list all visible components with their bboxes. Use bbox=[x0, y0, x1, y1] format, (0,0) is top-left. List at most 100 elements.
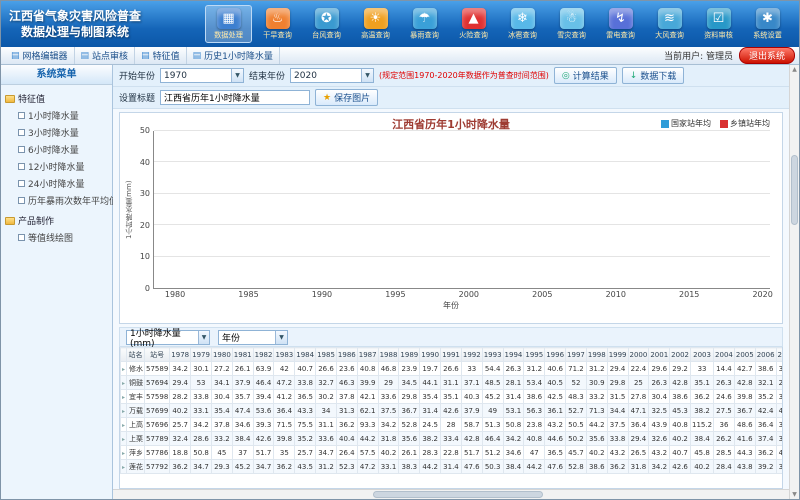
data-grid-icon: ▦ bbox=[217, 8, 241, 29]
row-expand-icon[interactable]: ▸ bbox=[122, 380, 125, 387]
scroll-up-arrow[interactable]: ▲ bbox=[790, 66, 799, 73]
toolbar-item-drought[interactable]: ♨干旱查询 bbox=[254, 5, 301, 43]
value-cell: 33.8 bbox=[295, 376, 316, 390]
start-year-select[interactable]: 1970 ▼ bbox=[160, 68, 244, 83]
toolbar-item-wind[interactable]: ≋大风查询 bbox=[646, 5, 693, 43]
tree-group: 产品制作等值线绘图 bbox=[5, 212, 108, 246]
value-cell: 24.6 bbox=[714, 390, 735, 404]
row-expand-icon[interactable]: ▸ bbox=[122, 422, 125, 429]
horizontal-scrollbar-thumb[interactable] bbox=[373, 491, 543, 498]
toolbar-item-snow[interactable]: ☃雪灾查询 bbox=[548, 5, 595, 43]
checkbox-icon[interactable] bbox=[18, 129, 25, 136]
checkbox-icon[interactable] bbox=[18, 180, 25, 187]
toolbar-item-audit[interactable]: ☑资料审核 bbox=[695, 5, 742, 43]
value-cell: 48.3 bbox=[566, 390, 587, 404]
table-row[interactable]: ▸莲花5779236.234.729.345.234.736.243.531.2… bbox=[121, 460, 784, 474]
tree-item[interactable]: 6小时降水量 bbox=[5, 141, 108, 158]
value-cell: 30.9 bbox=[586, 376, 607, 390]
legend-label: 国家站年均 bbox=[671, 118, 711, 129]
table-row[interactable]: ▸万载5769940.233.135.447.453.636.443.33431… bbox=[121, 404, 784, 418]
tab-station-audit[interactable]: ▤ 站点审核 bbox=[75, 47, 136, 64]
value-cell: 47.6 bbox=[461, 460, 482, 474]
hail-icon: ❄ bbox=[511, 8, 535, 29]
vertical-scrollbar-thumb[interactable] bbox=[791, 155, 798, 225]
table-toolbar: 1小时降水量(mm) ▼ 年份 ▼ bbox=[119, 327, 783, 347]
table-row[interactable]: ▸铜鼓5769429.45334.137.946.447.233.832.746… bbox=[121, 376, 784, 390]
x-tick-label: 2005 bbox=[532, 290, 552, 299]
app-header: 江西省气象灾害风险普查 数据处理与制图系统 ▦数据处理♨干旱查询✪台风查询☀高温… bbox=[1, 1, 799, 47]
data-table-container[interactable]: 站名站号197819791980198119821983198419851986… bbox=[119, 347, 783, 489]
tree-group-label[interactable]: 产品制作 bbox=[5, 212, 108, 229]
value-cell: 31.4 bbox=[420, 404, 441, 418]
chart-bars bbox=[154, 131, 770, 288]
tree-item[interactable]: 1小时降水量 bbox=[5, 107, 108, 124]
checkbox-icon[interactable] bbox=[18, 197, 25, 204]
tab-grid-editor[interactable]: ▤ 网格编辑器 bbox=[5, 47, 75, 64]
tree-item[interactable]: 3小时降水量 bbox=[5, 124, 108, 141]
checkbox-icon[interactable] bbox=[18, 146, 25, 153]
tree-item-label: 历年暴雨次数年平均值 bbox=[28, 194, 118, 207]
toolbar-item-label: 冰雹查询 bbox=[502, 31, 543, 41]
row-expand-icon[interactable]: ▸ bbox=[122, 450, 125, 457]
calculate-button[interactable]: ◎ 计算结果 bbox=[554, 67, 617, 84]
toolbar-item-data[interactable]: ▦数据处理 bbox=[205, 5, 252, 43]
checkbox-icon[interactable] bbox=[18, 163, 25, 170]
tree-item[interactable]: 等值线绘图 bbox=[5, 229, 108, 246]
table-metric-select[interactable]: 1小时降水量(mm) ▼ bbox=[126, 330, 210, 345]
table-row[interactable]: ▸宜丰5759828.233.830.435.739.441.236.530.2… bbox=[121, 390, 784, 404]
value-cell: 40.8 bbox=[357, 362, 378, 376]
value-cell: 45 bbox=[211, 446, 232, 460]
scroll-down-arrow[interactable]: ▼ bbox=[790, 491, 799, 498]
tree-item[interactable]: 24小时降水量 bbox=[5, 175, 108, 192]
toolbar-item-fire[interactable]: ▲火险查询 bbox=[450, 5, 497, 43]
table-row[interactable]: ▸萍乡5778618.850.8453751.73525.734.726.457… bbox=[121, 446, 784, 460]
vertical-scrollbar[interactable]: ▲ ▼ bbox=[789, 65, 799, 499]
tree-item[interactable]: 历年暴雨次数年平均值 bbox=[5, 192, 108, 209]
value-cell: 39.8 bbox=[274, 432, 295, 446]
tree-item[interactable]: 12小时降水量 bbox=[5, 158, 108, 175]
table-row[interactable]: ▸上栗5778932.428.633.238.442.639.835.233.6… bbox=[121, 432, 784, 446]
toolbar-item-hail[interactable]: ❄ 冰雹查询 bbox=[499, 5, 546, 43]
toolbar-item-rainstorm[interactable]: ☂暴雨查询 bbox=[401, 5, 448, 43]
row-expand-icon[interactable]: ▸ bbox=[122, 408, 125, 415]
table-header-year: 2002 bbox=[670, 348, 691, 362]
search-icon: ◎ bbox=[562, 71, 570, 81]
row-expand-icon[interactable]: ▸ bbox=[122, 394, 125, 401]
table-header-year: 1997 bbox=[566, 348, 587, 362]
value-cell: 37 bbox=[232, 446, 253, 460]
value-cell: 44.6 bbox=[545, 432, 566, 446]
station-id-cell: 57792 bbox=[145, 460, 170, 474]
checkbox-icon[interactable] bbox=[18, 234, 25, 241]
table-row[interactable]: ▸上高5769625.734.237.834.639.371.575.531.1… bbox=[121, 418, 784, 432]
tree-group-label[interactable]: 特征值 bbox=[5, 90, 108, 107]
download-button[interactable]: ↓ 数据下载 bbox=[622, 67, 685, 84]
value-cell: 26.3 bbox=[649, 376, 670, 390]
value-cell: 23.9 bbox=[399, 362, 420, 376]
row-expand-icon[interactable]: ▸ bbox=[122, 436, 125, 443]
tab-feature-value[interactable]: ▤ 特征值 bbox=[135, 47, 187, 64]
folder-icon bbox=[5, 217, 15, 225]
value-cell: 40.7 bbox=[295, 362, 316, 376]
station-id-cell: 57694 bbox=[145, 376, 170, 390]
value-cell: 37.5 bbox=[378, 404, 399, 418]
table-row[interactable]: ▸修水5758934.230.127.226.163.94240.726.623… bbox=[121, 362, 784, 376]
toolbar-item-hightemp[interactable]: ☀高温查询 bbox=[352, 5, 399, 43]
value-cell: 50.8 bbox=[191, 446, 212, 460]
station-name-cell: 修水 bbox=[127, 362, 145, 376]
end-year-select[interactable]: 2020 ▼ bbox=[290, 68, 374, 83]
row-expand-icon[interactable]: ▸ bbox=[122, 464, 125, 471]
value-cell: 45.2 bbox=[482, 390, 503, 404]
chart-title-input[interactable] bbox=[160, 90, 310, 105]
logout-button[interactable]: 退出系统 bbox=[739, 47, 795, 64]
row-expand-icon[interactable]: ▸ bbox=[122, 366, 125, 373]
toolbar-item-typhoon[interactable]: ✪台风查询 bbox=[303, 5, 350, 43]
horizontal-scrollbar[interactable] bbox=[113, 489, 789, 499]
checkbox-icon[interactable] bbox=[18, 112, 25, 119]
save-image-button[interactable]: ★ 保存图片 bbox=[315, 89, 378, 106]
table-year-select[interactable]: 年份 ▼ bbox=[218, 330, 288, 345]
value-cell: 47.2 bbox=[357, 460, 378, 474]
tab-history-1h-precip[interactable]: ▤ 历史1小时降水量 bbox=[187, 47, 280, 64]
value-cell: 34.7 bbox=[316, 446, 337, 460]
toolbar-item-lightning[interactable]: ↯雷电查询 bbox=[597, 5, 644, 43]
toolbar-item-settings[interactable]: ✱系统设置 bbox=[744, 5, 791, 43]
